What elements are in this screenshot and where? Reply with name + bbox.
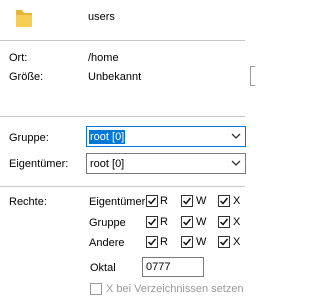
location-label: Ort: (9, 52, 28, 64)
scrollbar-thumb[interactable] (250, 66, 255, 86)
separator (0, 40, 245, 41)
other-write-checkbox[interactable] (181, 236, 193, 248)
other-exec-label: X (233, 236, 241, 248)
permissions-label: Rechte: (9, 196, 47, 208)
group-exec-label: X (233, 216, 241, 228)
other-write-label: W (196, 236, 207, 248)
group-label: Gruppe: (9, 132, 49, 144)
owner-select[interactable]: root [0] (86, 153, 246, 174)
octal-input-value: 0777 (146, 261, 171, 273)
owner-write-label: W (196, 195, 207, 207)
location-value: /home (88, 52, 119, 64)
group-exec-checkbox[interactable] (218, 216, 230, 228)
separator (0, 186, 245, 187)
group-write-label: W (196, 216, 207, 228)
group-read-checkbox[interactable] (146, 216, 158, 228)
other-read-checkbox[interactable] (146, 236, 158, 248)
octal-label: Oktal (90, 262, 116, 274)
group-read-label: R (160, 216, 168, 228)
owner-write-checkbox[interactable] (181, 195, 193, 207)
chevron-down-icon[interactable] (231, 160, 241, 167)
group-write-checkbox[interactable] (181, 216, 193, 228)
permission-row-other-label: Andere (89, 237, 125, 249)
size-value: Unbekannt (88, 71, 142, 83)
permission-row-owner-label: Eigentümer (89, 196, 146, 208)
separator (0, 116, 245, 117)
octal-input[interactable]: 0777 (142, 257, 204, 277)
owner-read-label: R (160, 195, 168, 207)
recursive-option-label: X bei Verzeichnissen setzen (106, 283, 244, 295)
other-read-label: R (160, 236, 168, 248)
folder-name: users (88, 11, 115, 23)
owner-select-value: root [0] (90, 158, 125, 170)
permission-row-group-label: Gruppe (89, 217, 126, 229)
group-select-value: root [0] (89, 130, 126, 144)
group-select[interactable]: root [0] (86, 126, 246, 147)
size-label: Größe: (9, 71, 44, 83)
recursive-option-checkbox[interactable] (90, 283, 102, 295)
other-exec-checkbox[interactable] (218, 236, 230, 248)
owner-read-checkbox[interactable] (146, 195, 158, 207)
chevron-down-icon[interactable] (231, 133, 241, 140)
owner-exec-label: X (233, 195, 241, 207)
owner-label: Eigentümer: (9, 158, 69, 170)
owner-exec-checkbox[interactable] (218, 195, 230, 207)
folder-icon (13, 5, 35, 29)
